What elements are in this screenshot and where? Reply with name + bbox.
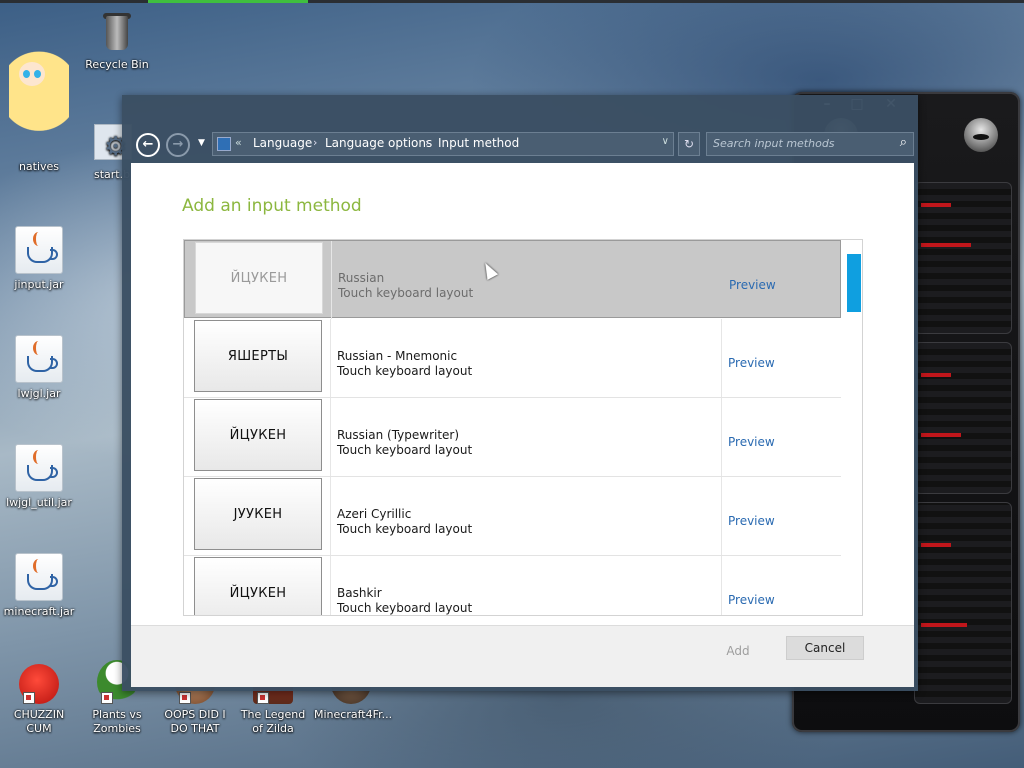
cancel-button[interactable]: Cancel (786, 636, 864, 660)
input-method-name: Russian (Typewriter) (337, 428, 460, 442)
desktop-icon-label: jinput.jar (14, 278, 64, 291)
desktop-icon-label: lwjgl_util.jar (6, 496, 72, 509)
alien-head-icon (964, 118, 998, 152)
gadget-panel (914, 342, 1012, 494)
preview-link[interactable]: Preview (728, 435, 775, 449)
desktop-icon-jinput[interactable]: jinput.jar (2, 226, 76, 292)
desktop-icon-label: Recycle Bin (85, 58, 149, 71)
desktop-icon-minecraft[interactable]: minecraft.jar (2, 553, 76, 619)
chuzzle-icon (19, 664, 59, 704)
list-scrollbar-thumb[interactable] (847, 254, 861, 312)
preview-link[interactable]: Preview (728, 356, 775, 370)
desktop-icon-label: CHUZZIN CUM (13, 708, 65, 735)
desktop-icon-label: Plants vs Zombies (92, 708, 142, 735)
list-item[interactable]: ЯШЕРТЫ Russian - Mnemonic Touch keyboard… (184, 319, 841, 398)
desktop-icon-label: lwjgl.jar (17, 387, 61, 400)
input-method-name: Russian - Mnemonic (337, 349, 458, 363)
java-icon (15, 553, 63, 601)
top-taskbar-strip (0, 0, 1024, 3)
breadcrumb-separator: › (425, 136, 430, 149)
keyboard-layout-thumbnail: ЙЦУКЕН (194, 557, 322, 615)
search-icon[interactable]: ⌕ (900, 135, 907, 150)
desktop-icon-label: minecraft.jar (3, 605, 75, 618)
desktop-icon-label: The Legend of Zilda (240, 708, 306, 735)
preview-link[interactable]: Preview (728, 593, 775, 607)
list-item[interactable]: JУУКЕН Azeri Cyrillic Touch keyboard lay… (184, 477, 841, 556)
desktop-icon-chuzzle[interactable]: CHUZZIN CUM (2, 664, 76, 736)
star-character-icon (9, 48, 69, 156)
input-method-type: Touch keyboard layout (337, 364, 473, 378)
desktop-icon-lwjgl[interactable]: lwjgl.jar (2, 335, 76, 401)
input-method-name: Azeri Cyrillic (337, 507, 412, 521)
breadcrumb-language-options[interactable]: Language options (325, 136, 432, 150)
navigation-bar: ← → ▼ « Language › Language options › In… (130, 126, 914, 162)
recycle-bin-icon (94, 8, 140, 54)
keyboard-layout-thumbnail: JУУКЕН (194, 478, 322, 550)
breadcrumb-input-method[interactable]: Input method (438, 136, 519, 150)
active-indicator (148, 0, 308, 3)
desktop-icon-lwjgl-util[interactable]: lwjgl_util.jar (2, 444, 76, 510)
list-item[interactable]: ЙЦУКЕН Bashkir Touch keyboard layout Pre… (184, 556, 841, 615)
desktop-icon-label: Minecraft4Fr... (314, 708, 393, 721)
gadget-panel (914, 182, 1012, 334)
input-method-type: Touch keyboard layout (337, 601, 473, 615)
dialog-footer: Add Cancel (131, 625, 914, 687)
input-method-name: Bashkir (337, 586, 382, 600)
gadget-panel (914, 502, 1012, 704)
refresh-icon[interactable]: ↻ (678, 132, 700, 156)
desktop-icon-label: OOPS DID I DO THAT (164, 708, 226, 735)
add-button[interactable]: Add (715, 640, 761, 662)
search-placeholder: Search input methods (713, 137, 835, 150)
add-input-method-dialog: Add an input method ЙЦУКЕН Russian Touch… (131, 163, 914, 687)
keyboard-layout-thumbnail: ЙЦУКЕН (194, 399, 322, 471)
preview-link[interactable]: Preview (729, 278, 776, 292)
dialog-title: Add an input method (182, 196, 362, 216)
forward-arrow-icon[interactable]: → (166, 133, 190, 157)
chevron-down-icon[interactable]: ▼ (198, 138, 205, 148)
list-item[interactable]: ЙЦУКЕН Russian Touch keyboard layout Pre… (184, 240, 841, 319)
keyboard-layout-thumbnail: ЯШЕРТЫ (194, 320, 322, 392)
input-method-type: Touch keyboard layout (338, 286, 474, 300)
input-method-list[interactable]: ЙЦУКЕН Russian Touch keyboard layout Pre… (183, 239, 863, 616)
address-dropdown-icon[interactable]: ∨ (662, 136, 669, 147)
java-icon (15, 335, 63, 383)
desktop-icon-label: natives (18, 160, 60, 173)
keyboard-layout-thumbnail: ЙЦУКЕН (195, 242, 323, 314)
input-method-name: Russian (338, 271, 385, 285)
java-icon (15, 226, 63, 274)
list-item[interactable]: ЙЦУКЕН Russian (Typewriter) Touch keyboa… (184, 398, 841, 477)
search-input[interactable]: Search input methods ⌕ (706, 132, 914, 156)
desktop-icon-recycle-bin[interactable]: Recycle Bin (80, 8, 154, 72)
input-method-type: Touch keyboard layout (337, 522, 473, 536)
breadcrumb-language[interactable]: Language (253, 136, 312, 150)
address-bar[interactable]: « Language › Language options › Input me… (212, 132, 674, 156)
breadcrumb-separator: › (313, 136, 318, 149)
breadcrumb-overflow[interactable]: « (235, 136, 242, 149)
input-method-type: Touch keyboard layout (337, 443, 473, 457)
back-arrow-icon[interactable]: ← (136, 133, 160, 157)
preview-link[interactable]: Preview (728, 514, 775, 528)
java-icon (15, 444, 63, 492)
control-panel-icon (217, 137, 231, 151)
desktop-icon-natives[interactable]: natives (2, 48, 76, 174)
